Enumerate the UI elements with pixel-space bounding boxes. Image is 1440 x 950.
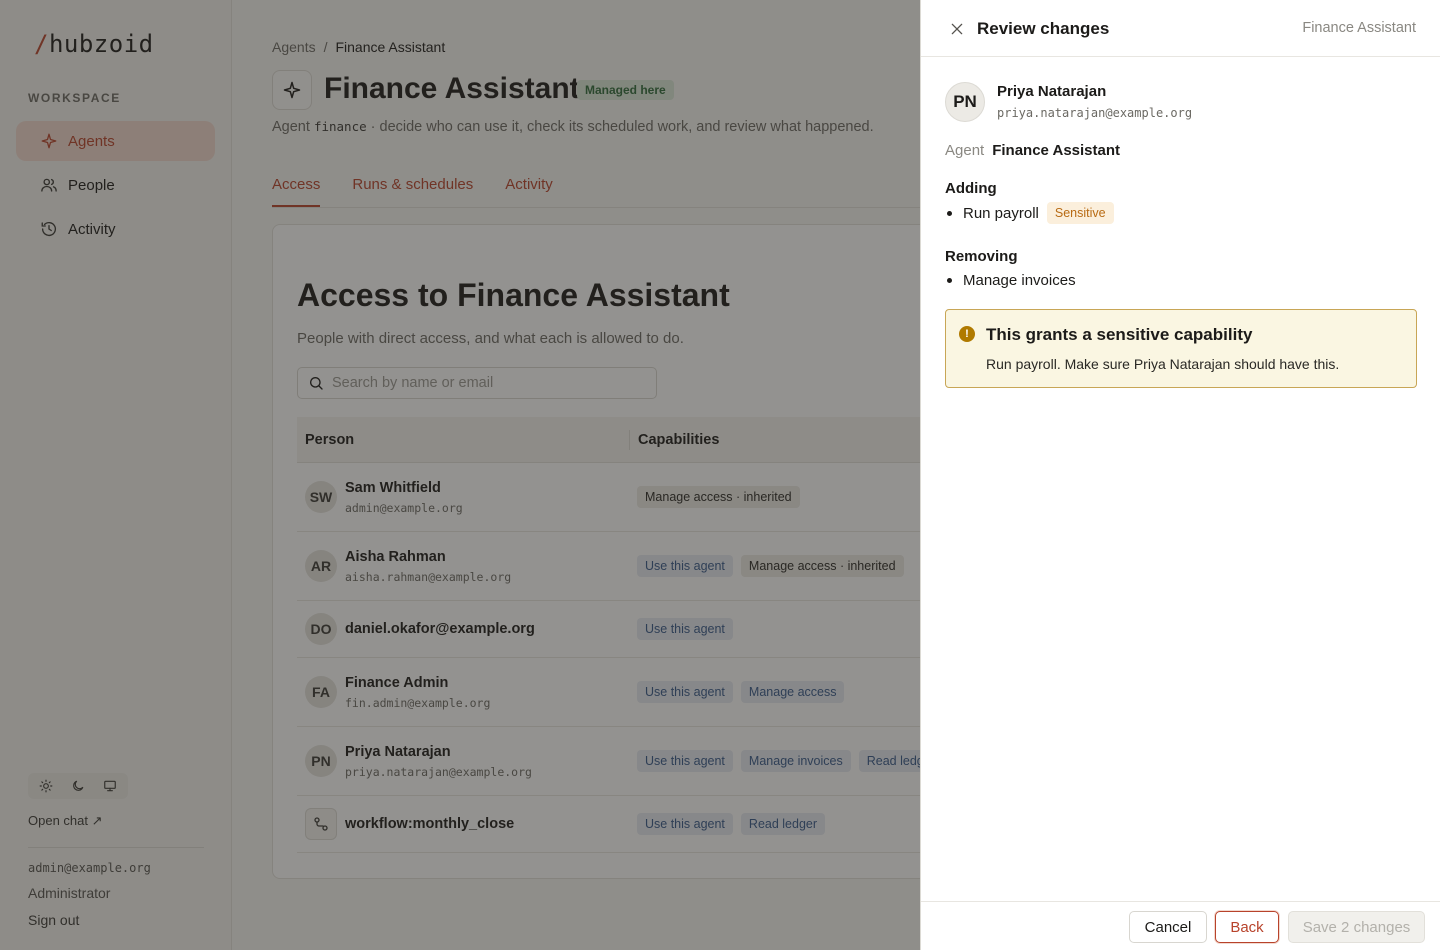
capability-name: Run payroll (963, 204, 1039, 222)
close-icon (951, 23, 963, 35)
cancel-button[interactable]: Cancel (1129, 911, 1207, 943)
drawer-title: Review changes (977, 19, 1110, 38)
capability-name: Manage invoices (963, 272, 1076, 289)
back-button[interactable]: Back (1215, 911, 1279, 943)
sensitive-badge: Sensitive (1046, 202, 1114, 224)
person-email: priya.natarajan@example.org (997, 106, 1193, 120)
close-button[interactable] (947, 19, 967, 39)
review-changes-drawer: Review changes Finance Assistant PN Priy… (920, 0, 1440, 950)
bullet (947, 278, 952, 283)
agent-label: Agent (945, 142, 985, 159)
warning-icon: ! (959, 326, 975, 342)
drawer-footer: Cancel Back Save 2 changes (921, 901, 1440, 950)
agent-value: Finance Assistant (992, 142, 1121, 159)
warning-body: Run payroll. Make sure Priya Natarajan s… (986, 356, 1340, 372)
person-name: Priya Natarajan (997, 83, 1107, 100)
avatar: PN (945, 82, 985, 122)
sensitive-warning: ! This grants a sensitive capability Run… (945, 309, 1417, 388)
adding-list-item: Run payroll Sensitive (945, 202, 1114, 224)
save-changes-button[interactable]: Save 2 changes (1288, 911, 1425, 943)
agent-field: Agent Finance Assistant (945, 142, 1120, 159)
removing-heading: Removing (945, 248, 1018, 265)
bullet (947, 210, 952, 216)
adding-heading: Adding (945, 180, 997, 197)
warning-title: This grants a sensitive capability (986, 325, 1253, 344)
drawer-context: Finance Assistant (1302, 20, 1416, 36)
drawer-header: Review changes Finance Assistant (921, 0, 1440, 57)
removing-list-item: Manage invoices (945, 272, 1076, 289)
